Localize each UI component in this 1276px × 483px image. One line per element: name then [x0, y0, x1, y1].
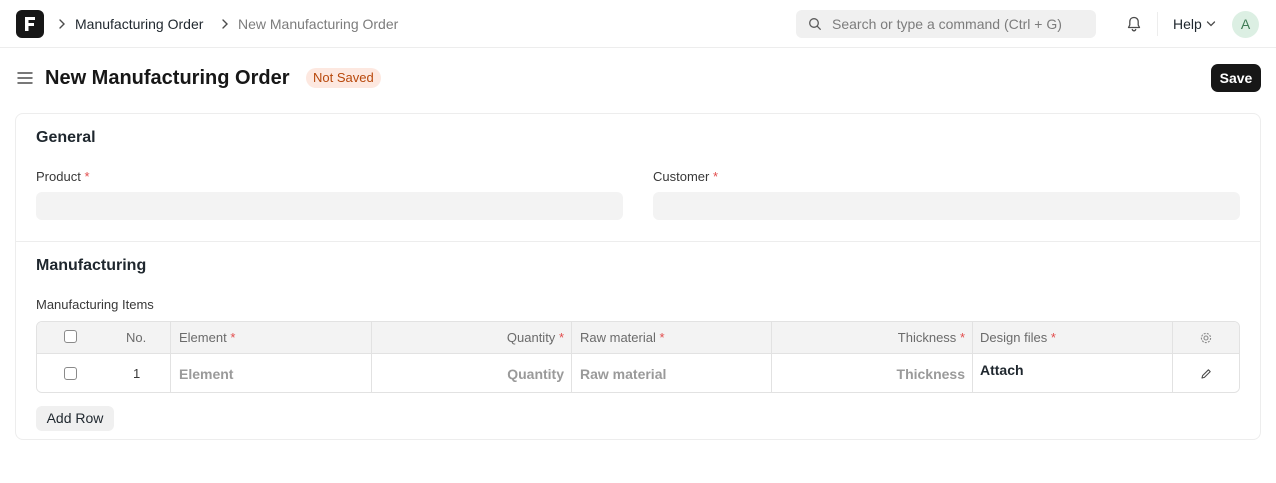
navbar-divider: [1157, 12, 1158, 36]
search-input[interactable]: Search or type a command (Ctrl + G): [796, 10, 1096, 38]
page-title: New Manufacturing Order: [45, 67, 290, 89]
column-header-quantity-text: Quantity: [506, 330, 556, 345]
row-select-checkbox[interactable]: [64, 367, 77, 380]
column-header-no: No.: [126, 330, 147, 345]
manufacturing-items-label: Manufacturing Items: [36, 297, 154, 312]
column-separator: [1172, 322, 1173, 392]
navbar: Manufacturing Order New Manufacturing Or…: [0, 0, 1276, 48]
product-field-label: Product *: [36, 169, 90, 185]
column-header-quantity[interactable]: Quantity *: [507, 330, 564, 346]
column-header-thickness-text: Thickness: [897, 330, 957, 345]
column-separator: [972, 322, 973, 392]
help-menu[interactable]: Help: [1173, 16, 1202, 32]
status-badge: Not Saved: [306, 68, 381, 88]
column-header-design-files[interactable]: Design files *: [980, 330, 1056, 346]
select-all-checkbox[interactable]: [64, 330, 77, 343]
column-header-element-text: Element: [179, 330, 227, 345]
column-header-element[interactable]: Element *: [179, 330, 235, 346]
row-raw-material-cell[interactable]: Raw material: [580, 365, 666, 383]
section-divider: [16, 241, 1260, 242]
row-design-files-attach[interactable]: Attach: [980, 361, 1024, 379]
required-mark: *: [959, 330, 965, 345]
breadcrumb-new-manufacturing-order[interactable]: New Manufacturing Order: [238, 15, 398, 33]
manufacturing-items-table: No. Element * Quantity * Raw material * …: [36, 321, 1240, 393]
column-separator: [771, 322, 772, 392]
search-placeholder: Search or type a command (Ctrl + G): [832, 16, 1062, 32]
notification-bell-icon[interactable]: [1125, 15, 1143, 33]
chevron-right-icon: [222, 19, 228, 29]
column-header-design-files-text: Design files: [980, 330, 1048, 345]
search-icon: [809, 18, 821, 30]
section-title-manufacturing: Manufacturing: [36, 257, 147, 274]
required-mark: *: [1050, 330, 1056, 345]
table-row[interactable]: 1 Element Quantity Raw material Thicknes…: [37, 354, 1239, 392]
required-mark: *: [558, 330, 564, 345]
row-number: 1: [133, 366, 141, 381]
customer-label-text: Customer: [653, 169, 710, 184]
required-mark: *: [230, 330, 236, 345]
column-header-raw-material[interactable]: Raw material *: [580, 330, 665, 346]
user-avatar[interactable]: A: [1232, 11, 1259, 38]
save-button[interactable]: Save: [1211, 64, 1261, 92]
required-mark: *: [659, 330, 665, 345]
column-separator: [170, 322, 171, 392]
table-header: No. Element * Quantity * Raw material * …: [37, 322, 1239, 354]
column-separator: [371, 322, 372, 392]
sidebar-toggle-icon[interactable]: [16, 70, 34, 86]
customer-field-label: Customer *: [653, 169, 718, 185]
product-label-text: Product: [36, 169, 81, 184]
app-logo[interactable]: [16, 10, 44, 38]
column-header-thickness[interactable]: Thickness *: [898, 330, 965, 346]
add-row-button[interactable]: Add Row: [36, 406, 114, 431]
required-mark: *: [84, 169, 90, 184]
row-element-cell[interactable]: Element: [179, 365, 233, 383]
row-quantity-cell[interactable]: Quantity: [507, 365, 564, 383]
customer-input[interactable]: [653, 192, 1240, 220]
breadcrumb-manufacturing-order[interactable]: Manufacturing Order: [75, 15, 203, 33]
column-settings-gear-icon[interactable]: [1199, 331, 1213, 345]
frappe-logo-icon: [25, 17, 35, 31]
column-separator: [571, 322, 572, 392]
row-thickness-cell[interactable]: Thickness: [897, 365, 965, 383]
chevron-down-icon[interactable]: [1206, 20, 1216, 28]
chevron-right-icon: [59, 19, 65, 29]
section-title-general: General: [36, 129, 96, 146]
form-card: General Product * Customer * Manufacturi…: [15, 113, 1261, 440]
product-input[interactable]: [36, 192, 623, 220]
column-header-raw-material-text: Raw material: [580, 330, 656, 345]
edit-row-pencil-icon[interactable]: [1199, 367, 1213, 381]
required-mark: *: [712, 169, 719, 184]
